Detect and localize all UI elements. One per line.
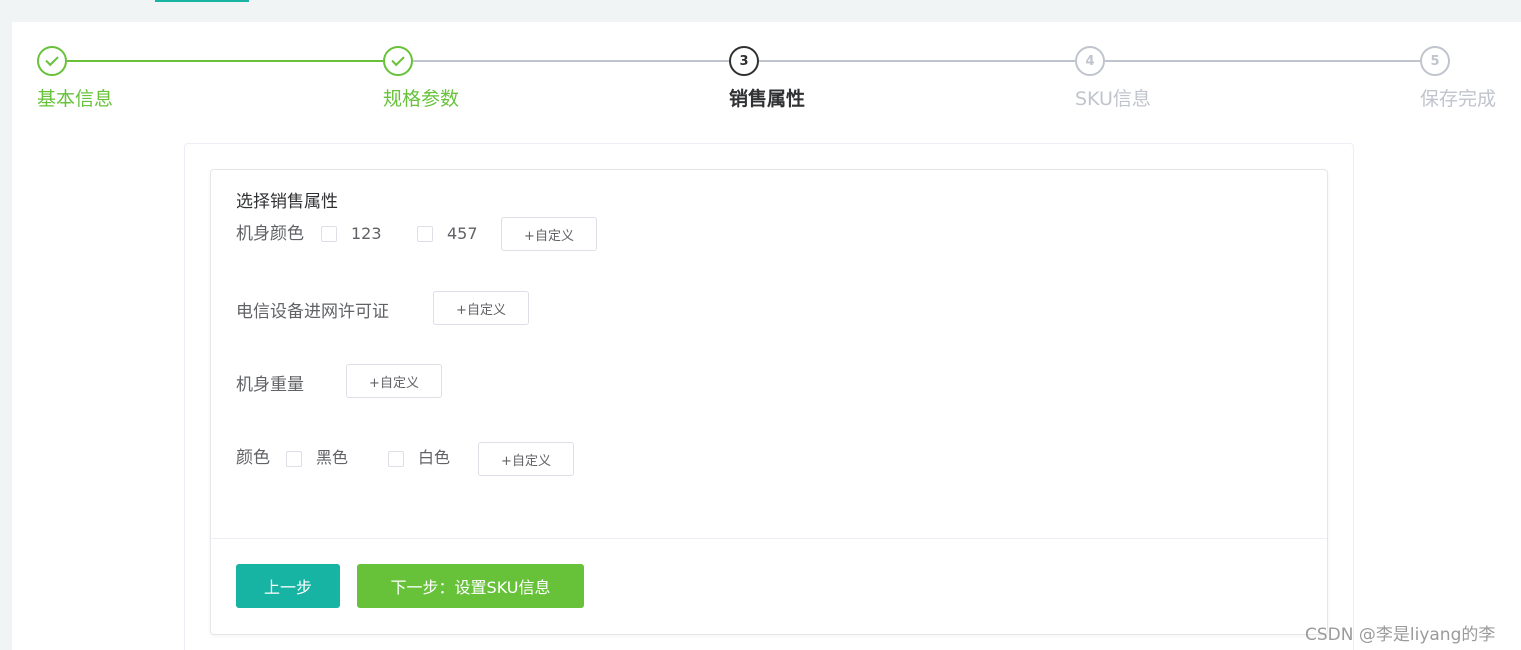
attr-label-color: 颜色 xyxy=(236,448,270,468)
watermark: CSDN @李是liyang的李 xyxy=(1305,625,1496,645)
add-custom-button-body-weight[interactable]: +自定义 xyxy=(346,364,442,398)
step-4-title: SKU信息 xyxy=(1075,88,1151,110)
add-custom-button-network-license[interactable]: +自定义 xyxy=(433,291,529,325)
step-5-number: 5 xyxy=(1420,46,1450,76)
add-custom-button-color[interactable]: +自定义 xyxy=(478,442,574,476)
step-connector-2 xyxy=(413,60,729,62)
checkbox-label-black[interactable]: 黑色 xyxy=(316,447,348,469)
section-title: 选择销售属性 xyxy=(236,192,338,212)
step-4-number: 4 xyxy=(1075,46,1105,76)
checkbox-label-123[interactable]: 123 xyxy=(351,223,382,245)
attr-label-network-license: 电信设备进网许可证 xyxy=(236,302,389,322)
next-step-button[interactable]: 下一步：设置SKU信息 xyxy=(357,564,584,608)
checkbox-123[interactable] xyxy=(321,226,337,242)
active-tab-indicator xyxy=(155,0,249,2)
checkbox-457[interactable] xyxy=(417,226,433,242)
step-3-number: 3 xyxy=(729,46,759,76)
step-1-title: 基本信息 xyxy=(37,88,114,110)
step-2-check-icon xyxy=(383,46,413,76)
step-2-title: 规格参数 xyxy=(383,88,460,110)
step-connector-3 xyxy=(759,60,1075,62)
checkbox-black[interactable] xyxy=(286,451,302,467)
step-5-title: 保存完成 xyxy=(1420,88,1497,110)
step-connector-1 xyxy=(67,60,383,62)
step-1-check-icon xyxy=(37,46,67,76)
top-bar xyxy=(0,0,1521,3)
prev-step-button[interactable]: 上一步 xyxy=(236,564,340,608)
checkbox-white[interactable] xyxy=(388,451,404,467)
attr-label-body-weight: 机身重量 xyxy=(236,375,304,395)
add-custom-button-body-color[interactable]: +自定义 xyxy=(501,217,597,251)
step-3-title: 销售属性 xyxy=(729,88,806,110)
card-divider xyxy=(211,538,1327,539)
attr-label-body-color: 机身颜色 xyxy=(236,224,304,244)
checkbox-label-457[interactable]: 457 xyxy=(447,223,478,245)
checkbox-label-white[interactable]: 白色 xyxy=(418,447,450,469)
step-connector-4 xyxy=(1105,60,1420,62)
